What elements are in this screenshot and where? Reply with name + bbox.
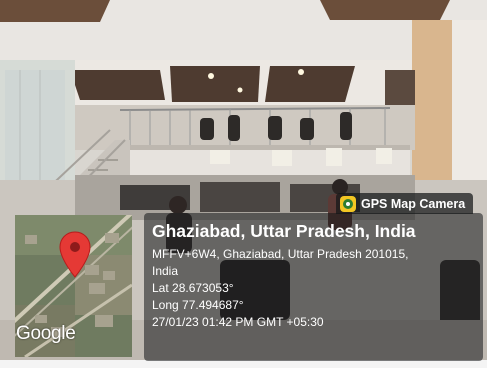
longitude-text: Long 77.494687° bbox=[152, 298, 244, 312]
google-logo: Google bbox=[16, 323, 76, 344]
gps-map-camera-badge: GPS Map Camera bbox=[336, 193, 474, 214]
map-pin-icon bbox=[58, 231, 92, 279]
address-line-1: MFFV+6W4, Ghaziabad, Uttar Pradesh 20101… bbox=[152, 247, 409, 261]
timestamp-text: 27/01/23 01:42 PM GMT +05:30 bbox=[152, 315, 324, 329]
location-title: Ghaziabad, Uttar Pradesh, India bbox=[152, 221, 416, 241]
latitude-text: Lat 28.673053° bbox=[152, 281, 234, 295]
address-line-2: India bbox=[152, 264, 179, 278]
gps-map-camera-logo-icon bbox=[340, 195, 356, 212]
location-details: Ghaziabad, Uttar Pradesh, India MFFV+6W4… bbox=[152, 220, 480, 331]
gps-map-camera-label: GPS Map Camera bbox=[361, 196, 466, 211]
